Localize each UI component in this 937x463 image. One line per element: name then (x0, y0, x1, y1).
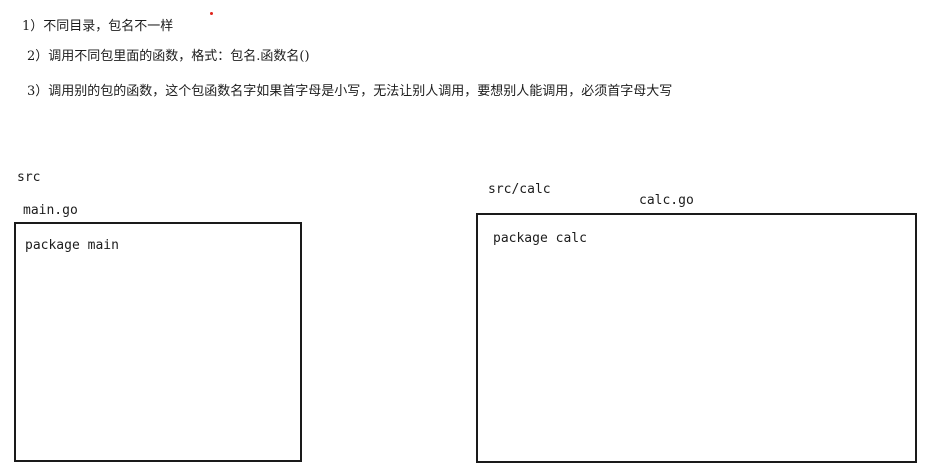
note-2: 2）调用不同包里面的函数，格式：包名.函数名() (27, 49, 310, 64)
left-file-label: main.go (23, 203, 78, 218)
note-1: 1）不同目录，包名不一样 (22, 19, 174, 34)
main-package-declaration: package main (25, 238, 119, 253)
left-dir-label: src (17, 170, 41, 185)
calc-package-declaration: package calc (493, 231, 587, 246)
right-dir-label: src/calc (488, 182, 551, 197)
calc-go-file-box: package calc (476, 213, 917, 463)
right-file-label: calc.go (639, 193, 694, 208)
main-go-file-box: package main (14, 222, 302, 462)
annotation-dot (210, 12, 213, 15)
note-3: 3）调用别的包的函数，这个包函数名字如果首字母是小写，无法让别人调用，要想别人能… (27, 84, 673, 99)
